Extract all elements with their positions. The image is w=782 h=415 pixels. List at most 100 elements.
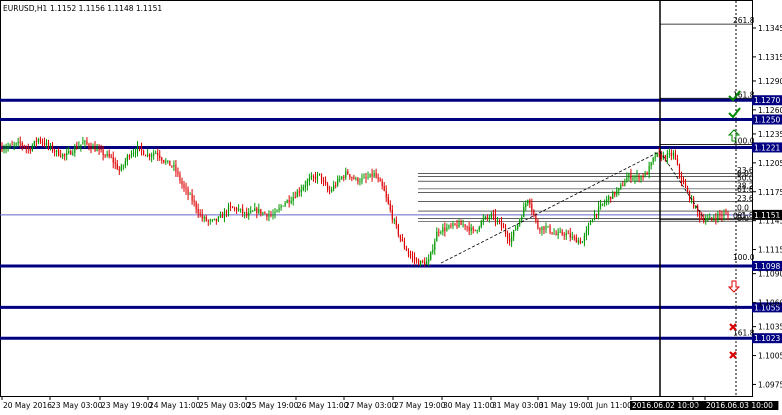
- level-price-label: 1.1270: [754, 96, 780, 105]
- fib-retracement-label: 61.8: [737, 185, 754, 194]
- x-tick-label: 1 Jun 11:00: [589, 401, 632, 410]
- candle-body: [379, 179, 381, 182]
- candle-body: [238, 208, 240, 211]
- candle-body: [78, 146, 80, 149]
- candle-body: [420, 260, 422, 265]
- candle-body: [460, 222, 462, 226]
- candle-body: [193, 200, 195, 202]
- candle-body: [430, 251, 432, 260]
- candle-body: [636, 175, 638, 177]
- candle-body: [29, 148, 31, 151]
- candle-body: [604, 202, 606, 204]
- candle-body: [258, 209, 260, 213]
- candle-body: [577, 240, 579, 243]
- candle-body: [318, 173, 321, 175]
- candle-body: [199, 213, 201, 215]
- price-chart[interactable]: 1.1270 1.1250 1.1221 1.1098 1.1055 1.1023 1.11…: [0, 0, 782, 411]
- candle-body: [462, 224, 464, 226]
- candle-body: [367, 177, 369, 178]
- candle-body: [502, 226, 505, 229]
- candle-body: [138, 146, 141, 148]
- candle-body: [349, 174, 351, 178]
- candle-body: [484, 216, 486, 219]
- candle-body: [521, 216, 523, 221]
- y-tick-label: 1.1115: [758, 246, 782, 255]
- candle-body: [183, 184, 185, 188]
- candle-body: [480, 221, 482, 228]
- candle-body: [278, 207, 280, 211]
- x-tick-label: 31 May 19:00: [539, 401, 591, 410]
- y-tick-label: 1.1290: [758, 77, 782, 86]
- candle-body: [82, 142, 84, 145]
- candle-body: [541, 226, 543, 231]
- candle-body: [337, 178, 339, 186]
- candle-body: [23, 145, 25, 148]
- y-tick-label: 1.1315: [758, 53, 782, 62]
- candle-body: [161, 157, 163, 161]
- level-price-label: 1.1221: [754, 143, 780, 152]
- candle-body: [60, 155, 62, 157]
- candle-body: [450, 225, 452, 227]
- candle-body: [37, 138, 40, 142]
- candle-body: [260, 209, 262, 214]
- candle-body: [506, 233, 509, 239]
- candle-body: [153, 153, 155, 156]
- candle-body: [43, 142, 46, 145]
- candle-body: [240, 208, 242, 210]
- candle-body: [579, 240, 581, 244]
- candle-body: [195, 201, 197, 209]
- candle-body: [45, 142, 48, 145]
- candle-body: [90, 147, 92, 150]
- candle-body: [326, 184, 329, 191]
- candle-body: [713, 218, 715, 220]
- candle-body: [177, 171, 179, 174]
- x-tick-label: 27 May 19:00: [394, 401, 446, 410]
- candle-body: [274, 212, 276, 215]
- candle-body: [149, 154, 151, 157]
- candle-body: [513, 230, 515, 237]
- candle-body: [377, 177, 379, 180]
- candle-body: [610, 196, 612, 199]
- x-tick-label: 31 May 03:00: [492, 401, 544, 410]
- candle-body: [167, 160, 169, 162]
- candle-body: [608, 196, 610, 200]
- candle-body: [272, 214, 274, 216]
- candle-body: [727, 213, 729, 215]
- candle-body: [674, 152, 677, 159]
- candle-body: [705, 219, 707, 222]
- candle-body: [140, 146, 143, 151]
- candle-body: [397, 225, 399, 235]
- candle-body: [189, 194, 191, 196]
- candle-body: [116, 163, 118, 170]
- candle-body: [314, 176, 317, 180]
- candle-body: [215, 218, 217, 221]
- candle-body: [599, 204, 602, 207]
- candle-body: [523, 207, 525, 217]
- candle-body: [39, 138, 42, 142]
- candle-body: [130, 154, 133, 157]
- candle-body: [670, 153, 672, 156]
- candle-body: [709, 217, 711, 219]
- candle-body: [458, 222, 460, 228]
- candle-body: [96, 149, 98, 152]
- candle-body: [227, 205, 230, 214]
- candle-body: [434, 241, 436, 250]
- candle-body: [185, 187, 187, 190]
- candle-body: [547, 226, 549, 227]
- candle-body: [474, 229, 476, 231]
- candle-body: [31, 145, 33, 151]
- candle-body: [559, 231, 561, 233]
- candle-body: [411, 256, 414, 258]
- candle-body: [128, 155, 131, 157]
- y-tick-label: 1.0975: [758, 380, 782, 389]
- candle-body: [316, 174, 319, 180]
- candle-body: [187, 189, 189, 195]
- candle-body: [120, 166, 122, 171]
- candle-body: [373, 173, 375, 177]
- candle-body: [94, 146, 96, 152]
- candle-body: [19, 141, 21, 144]
- candle-body: [381, 181, 383, 186]
- candle-body: [715, 218, 717, 220]
- candle-body: [169, 160, 171, 166]
- candle-body: [415, 259, 418, 261]
